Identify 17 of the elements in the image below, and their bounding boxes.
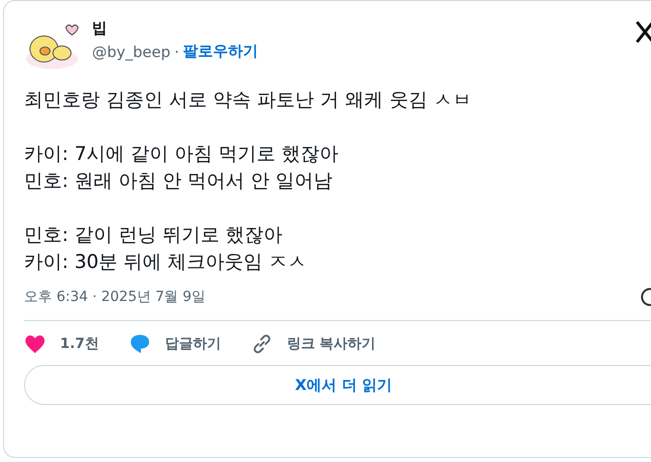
timestamp: 오후 6:34 · 2025년 7월 9일 [24, 288, 206, 306]
action-label[interactable]: 1.7천 [60, 335, 99, 353]
tweet-text-line: 카이: 7시에 같이 아침 먹기로 했잖아 [24, 142, 340, 167]
heart-icon[interactable] [24, 334, 46, 354]
follow-link[interactable]: 팔로우하기 [183, 42, 258, 61]
action-label[interactable]: 링크 복사하기 [286, 335, 376, 353]
tweet-text-line: 카이: 30분 뒤에 체크아웃임 ㅈㅅ [24, 250, 308, 275]
author-name: 빕 [92, 19, 108, 38]
action-label[interactable]: 답글하기 [164, 335, 221, 353]
tweet-text-line: 민호: 원래 아침 안 먹어서 안 일어남 [24, 169, 334, 194]
tweet-text-line: 최민호랑 김종인 서로 약속 파토난 거 왜케 웃김 ㅅㅂ [24, 88, 472, 113]
speech-bubble-icon[interactable] [128, 333, 151, 355]
read-more-button[interactable]: X에서 더 읽기 [24, 365, 651, 405]
author-handle: @by_beep [92, 42, 170, 60]
separator-dot: · [174, 42, 180, 60]
tweet-text-line: 민호: 같이 런닝 뛰기로 했잖아 [24, 223, 284, 248]
x-logo-icon[interactable] [635, 20, 651, 44]
